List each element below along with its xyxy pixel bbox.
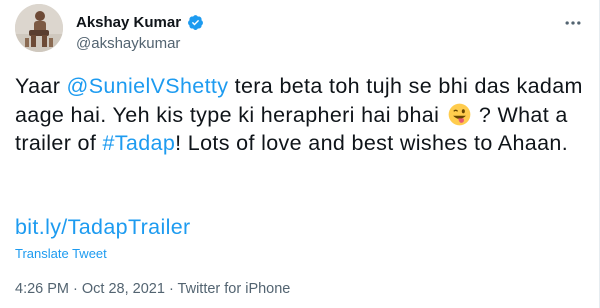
translate-tweet-button[interactable]: Translate Tweet [15, 246, 107, 261]
tweet-metadata: 4:26 PM · Oct 28, 2021 · Twitter for iPh… [15, 281, 290, 297]
more-options-icon [565, 21, 581, 25]
tweet-card: Akshay Kumar @akshaykumar Yaar @SunielVS… [0, 0, 600, 308]
hashtag-link[interactable]: #Tadap [103, 131, 176, 155]
mention-link[interactable]: @SunielVShetty [67, 74, 229, 98]
tweet-text: Yaar @SunielVShetty tera beta toh tujh s… [15, 72, 585, 158]
tweet-time[interactable]: 4:26 PM [15, 281, 69, 297]
trailer-link[interactable]: bit.ly/TadapTrailer [15, 215, 191, 240]
tweet-text-part: ! Lots of love and best wishes to Ahaan. [175, 131, 569, 155]
name-row: Akshay Kumar [76, 14, 204, 31]
winking-tongue-emoji-icon [448, 103, 470, 125]
avatar[interactable] [15, 4, 63, 52]
more-options-button[interactable] [560, 10, 586, 36]
separator: · [69, 281, 82, 297]
display-name[interactable]: Akshay Kumar [76, 14, 181, 31]
verified-badge-icon [188, 15, 203, 30]
separator: · [164, 281, 178, 297]
tweet-source[interactable]: Twitter for iPhone [178, 281, 291, 297]
user-handle[interactable]: @akshaykumar [76, 35, 180, 52]
tweet-text-part: Yaar [15, 74, 67, 98]
tweet-date[interactable]: Oct 28, 2021 [82, 281, 165, 297]
avatar-image [15, 4, 63, 52]
